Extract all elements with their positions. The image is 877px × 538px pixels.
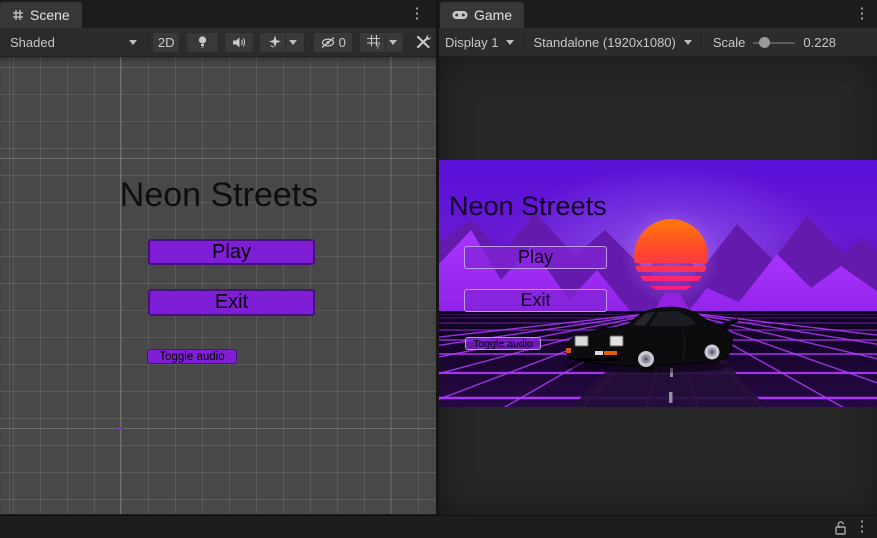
- grid-major-line: [390, 57, 391, 514]
- scale-label: Scale: [713, 35, 746, 50]
- resolution-dropdown[interactable]: Standalone (1920x1080): [527, 35, 697, 50]
- scene-audio-button[interactable]: [224, 32, 254, 53]
- toggle-2d-label: 2D: [158, 35, 175, 50]
- chevron-down-icon: [129, 40, 137, 45]
- gamepad-icon: [452, 10, 468, 20]
- scene-tabbar: Scene ⋮: [0, 0, 436, 28]
- scene-panel: Scene ⋮ Shaded 2D: [0, 0, 438, 515]
- scale-control: Scale 0.228: [705, 32, 838, 53]
- grid-gizmos-icon: Y: [367, 35, 382, 49]
- sun: [634, 219, 708, 293]
- shading-mode-dropdown[interactable]: Shaded: [2, 32, 145, 53]
- audio-icon: [232, 36, 246, 49]
- divider: [523, 32, 524, 53]
- unlock-icon[interactable]: [834, 520, 847, 535]
- game-play-button[interactable]: Play: [464, 246, 607, 269]
- scene-canvas-title: Neon Streets: [0, 176, 436, 215]
- tools-icon: [416, 35, 431, 49]
- chevron-down-icon: [289, 40, 297, 45]
- effects-star-icon: [268, 35, 282, 49]
- svg-text:Y: Y: [375, 44, 380, 49]
- game-toggle-audio-label: Toggle audio: [473, 338, 533, 350]
- grid-major-line: [120, 57, 121, 514]
- scene-toolbar: Shaded 2D: [0, 28, 436, 57]
- game-render-viewport: Neon Streets Play Exit Toggle audio: [439, 160, 877, 407]
- car-front-wheel: [633, 346, 659, 372]
- car-headlight-right: [610, 336, 623, 346]
- scene-play-button[interactable]: Play: [148, 239, 315, 265]
- divider: [385, 35, 386, 50]
- divider: [701, 32, 702, 53]
- tab-game-label: Game: [474, 7, 512, 23]
- unity-editor-window: Scene ⋮ Shaded 2D: [0, 0, 877, 538]
- game-tabbar: Game ⋮: [439, 0, 877, 28]
- scene-toggle-audio-button[interactable]: Toggle audio: [147, 349, 237, 364]
- car-indicator: [604, 351, 617, 355]
- lightbulb-icon: [196, 35, 209, 49]
- chevron-down-icon: [684, 40, 692, 45]
- tab-scene[interactable]: Scene: [0, 2, 82, 28]
- chevron-down-icon: [389, 40, 397, 45]
- scene-viewport[interactable]: Neon Streets Play Exit Toggle audio: [0, 57, 436, 514]
- chevron-down-icon: [506, 40, 514, 45]
- game-play-label: Play: [518, 247, 553, 268]
- scene-gizmos-button[interactable]: Y: [359, 32, 405, 53]
- car-headlight-left: [575, 336, 588, 346]
- toggle-2d-button[interactable]: 2D: [152, 32, 181, 53]
- divider: [148, 32, 149, 53]
- scale-value: 0.228: [803, 35, 837, 50]
- divider: [285, 35, 286, 50]
- display-dropdown[interactable]: Display 1: [439, 35, 520, 50]
- game-panel-menu-icon[interactable]: ⋮: [853, 4, 871, 24]
- bottom-bar-menu-icon[interactable]: ⋮: [853, 517, 871, 537]
- grid-icon: [12, 9, 24, 21]
- scale-slider-handle[interactable]: [759, 37, 770, 48]
- scale-slider[interactable]: [753, 32, 795, 53]
- scene-visibility-button[interactable]: 0: [313, 32, 353, 53]
- scene-exit-label: Exit: [215, 291, 248, 314]
- game-toolbar: Display 1 Standalone (1920x1080) Scale 0…: [439, 28, 877, 57]
- bottom-status-bar: ⋮: [0, 515, 877, 538]
- game-canvas-title: Neon Streets: [449, 191, 607, 222]
- game-exit-button[interactable]: Exit: [464, 289, 607, 312]
- game-toggle-audio-button[interactable]: Toggle audio: [465, 337, 541, 350]
- scene-exit-button[interactable]: Exit: [148, 289, 315, 316]
- hidden-objects-count: 0: [339, 35, 346, 50]
- scene-lighting-button[interactable]: [186, 32, 218, 53]
- scene-effects-button[interactable]: [259, 32, 305, 53]
- scene-play-label: Play: [212, 241, 251, 264]
- grid-major-line: [0, 158, 436, 159]
- game-exit-label: Exit: [520, 290, 550, 311]
- car-rear-wheel: [700, 340, 724, 364]
- game-view-background: Neon Streets Play Exit Toggle audio: [439, 57, 877, 515]
- scene-toggle-audio-label: Toggle audio: [159, 351, 224, 363]
- shading-mode-label: Shaded: [10, 35, 55, 50]
- resolution-dropdown-label: Standalone (1920x1080): [533, 35, 675, 50]
- scene-origin-gizmo: [117, 427, 122, 430]
- tab-game[interactable]: Game: [440, 2, 524, 28]
- tab-scene-label: Scene: [30, 7, 70, 23]
- display-dropdown-label: Display 1: [445, 35, 498, 50]
- game-panel: Game ⋮ Display 1 Standalone (1920x1080) …: [438, 0, 877, 515]
- grid-major-line: [0, 428, 436, 429]
- scene-tools-button[interactable]: [411, 32, 436, 53]
- eye-slash-icon: [320, 36, 336, 49]
- scene-panel-menu-icon[interactable]: ⋮: [408, 4, 426, 24]
